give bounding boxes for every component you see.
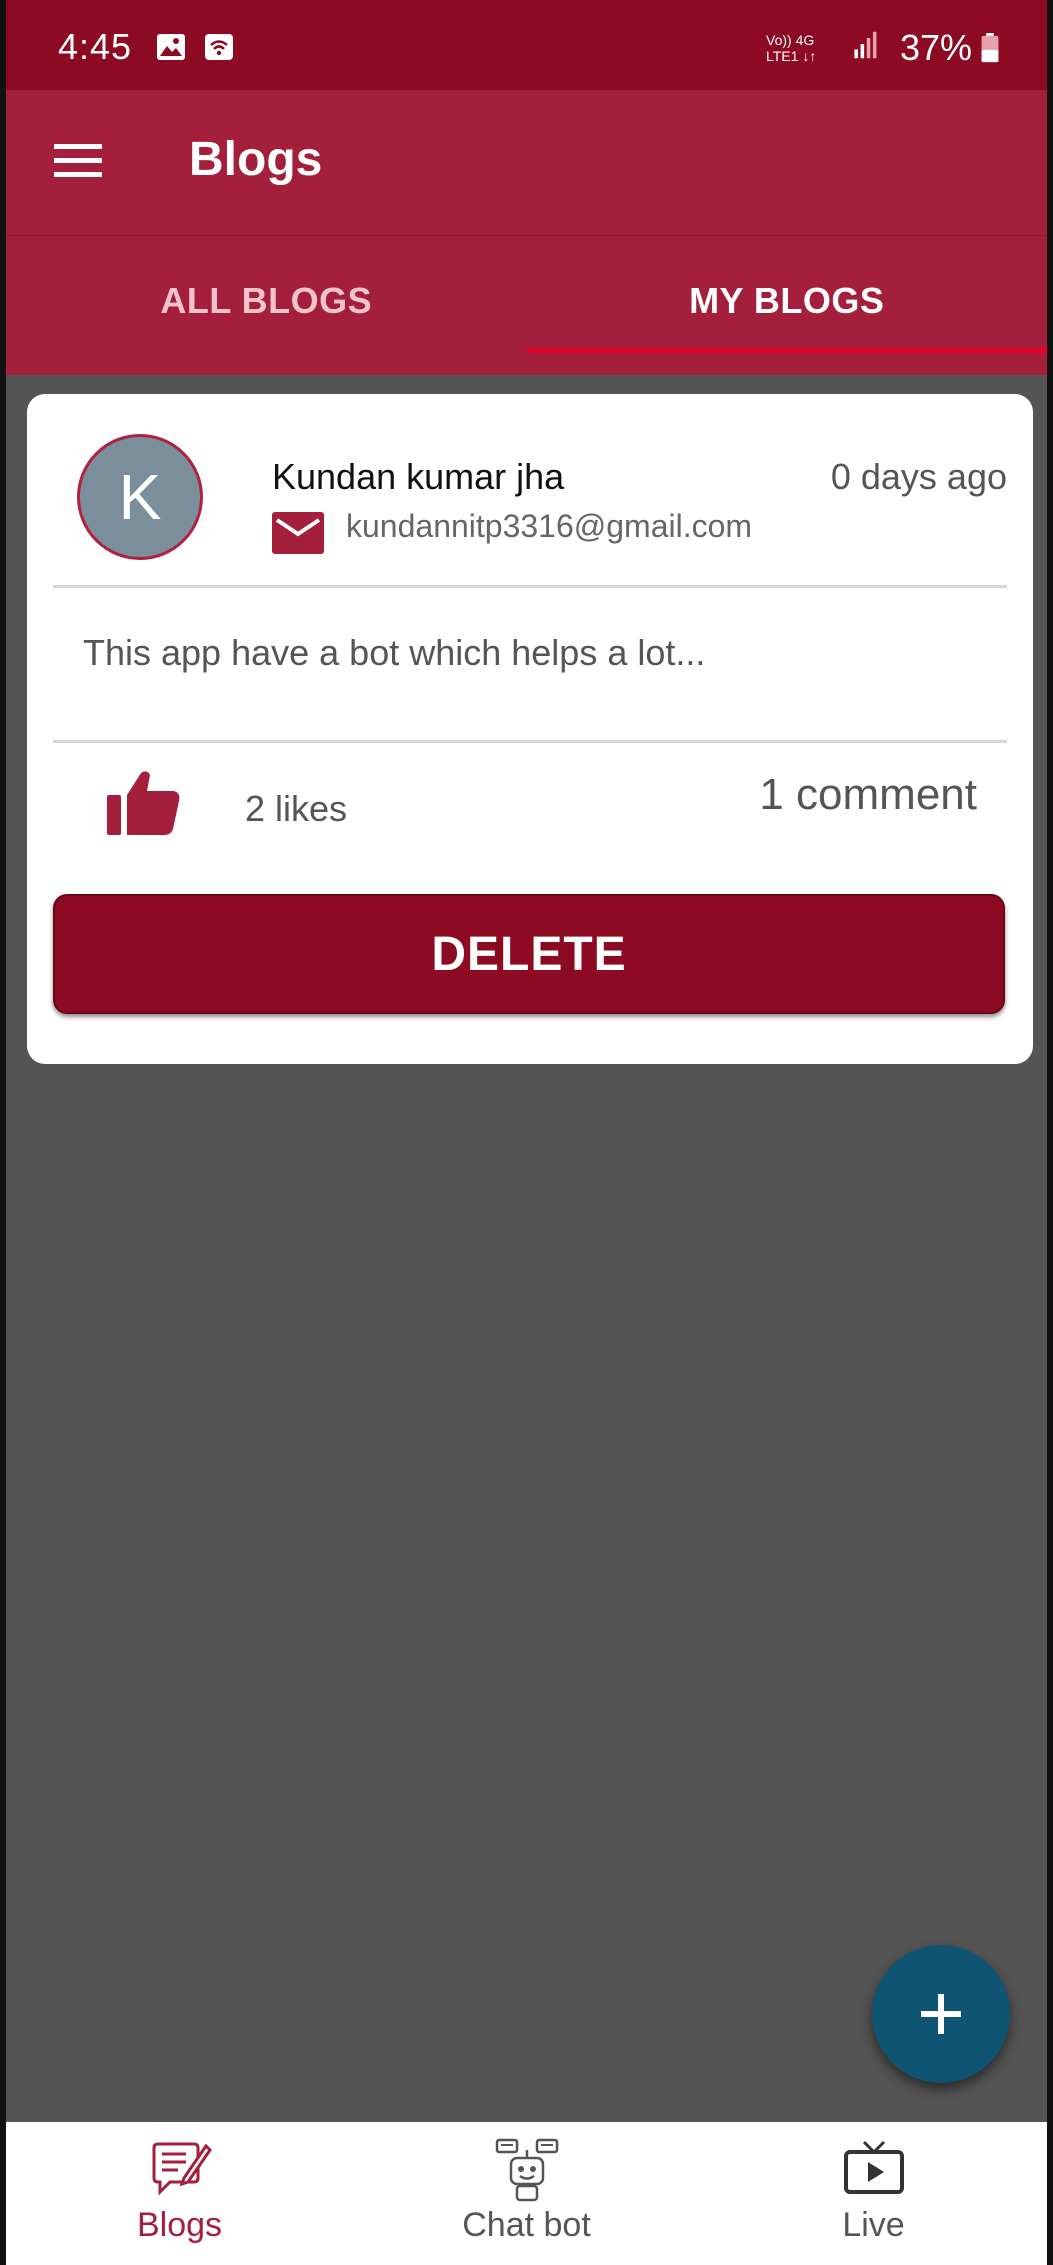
comments-link[interactable]: 1 comment	[759, 770, 977, 820]
blog-icon	[152, 2142, 212, 2196]
app-screen: 4:45 Vo)) 4G LTE1 ↓↑ 37% Blogs ALL BLOGS…	[0, 0, 1053, 2265]
post-time: 0 days ago	[830, 456, 1007, 497]
divider	[53, 585, 1007, 588]
tab-bar: ALL BLOGS MY BLOGS	[6, 235, 1047, 375]
battery-level: 37%	[899, 27, 972, 68]
network-type-bottom: LTE1 ↓↑	[766, 48, 817, 64]
tv-icon	[843, 2140, 904, 2194]
status-bar: 4:45 Vo)) 4G LTE1 ↓↑ 37%	[6, 0, 1047, 90]
delete-button[interactable]: DELETE	[53, 894, 1005, 1014]
page-title: Blogs	[189, 133, 323, 186]
divider	[53, 740, 1007, 743]
network-type-top: Vo)) 4G	[766, 32, 815, 48]
nav-label-chat-bot: Chat bot	[462, 2206, 591, 2244]
thumbs-up-icon[interactable]	[107, 769, 181, 837]
nav-item-live[interactable]: Live	[700, 2122, 1047, 2265]
avatar: K	[77, 434, 203, 560]
blog-post-card: K Kundan kumar jha 0 days ago kundannitp…	[27, 394, 1033, 1064]
tab-all-blogs[interactable]: ALL BLOGS	[6, 236, 527, 375]
app-bar: Blogs	[6, 90, 1047, 235]
nav-item-blogs[interactable]: Blogs	[6, 2122, 353, 2265]
bottom-navigation: Blogs Chat bot Live	[6, 2122, 1047, 2265]
network-indicator: Vo)) 4G LTE1 ↓↑	[766, 32, 846, 72]
post-body: This app have a bot which helps a lot...	[83, 632, 706, 673]
author-name: Kundan kumar jha	[272, 456, 565, 497]
signal-icon	[854, 31, 877, 59]
robot-icon	[495, 2138, 558, 2202]
author-email: kundannitp3316@gmail.com	[346, 508, 753, 544]
hamburger-menu-icon[interactable]	[54, 140, 102, 180]
plus-icon	[921, 1994, 961, 2034]
wifi-calling-icon	[205, 34, 233, 60]
battery-icon	[981, 33, 999, 63]
nav-label-live: Live	[842, 2206, 905, 2244]
tab-my-blogs[interactable]: MY BLOGS	[526, 236, 1048, 375]
likes-count: 2 likes	[245, 788, 348, 829]
add-blog-button[interactable]	[872, 1945, 1010, 2083]
mail-icon	[272, 512, 324, 554]
status-time: 4:45	[58, 26, 133, 67]
gallery-icon	[157, 34, 185, 60]
nav-item-chat-bot[interactable]: Chat bot	[353, 2122, 700, 2265]
nav-label-blogs: Blogs	[136, 2206, 223, 2244]
